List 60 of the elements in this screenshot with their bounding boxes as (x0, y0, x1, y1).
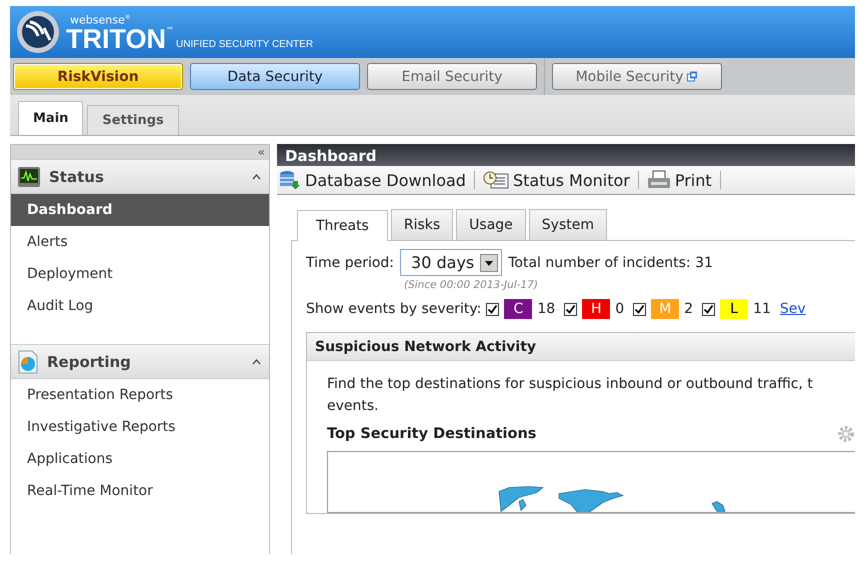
trademark: ™ (166, 26, 174, 36)
dashboard-tab[interactable]: Threats (297, 210, 388, 241)
checkbox[interactable] (702, 302, 716, 316)
checkbox[interactable] (633, 302, 646, 316)
database-icon (279, 170, 301, 190)
description-text: Find the top destinations for suspicious inbound or outbound traffic, t (327, 375, 814, 394)
module-tab[interactable]: RiskVision (13, 63, 183, 90)
sidebar-item[interactable]: Applications (11, 443, 269, 475)
printer-icon (646, 170, 671, 190)
sidebar-item[interactable]: Real-Time Monitor (11, 475, 269, 507)
dashboard-tab[interactable]: System (528, 209, 608, 240)
severity-count: 11 (753, 301, 771, 317)
description-text: events. (327, 397, 380, 416)
module-tab[interactable]: Email Security (367, 63, 537, 90)
time-period-dropdown[interactable]: 30 days (400, 249, 502, 276)
section-header[interactable]: Reporting (11, 344, 269, 379)
sidebar-item[interactable]: Audit Log (11, 290, 269, 322)
toolbar-button[interactable]: Status Monitor (480, 170, 632, 190)
panel-title: Suspicious Network Activity (307, 333, 855, 361)
checkbox[interactable] (486, 302, 500, 316)
new-window-icon (687, 71, 698, 82)
severity-count: 0 (615, 301, 624, 317)
severity-badge: L (720, 299, 748, 319)
severity-badge: M (651, 299, 680, 319)
section-header[interactable]: Status (11, 159, 269, 194)
severity-count: 18 (537, 301, 556, 317)
logo-icon (16, 10, 60, 54)
pie-chart-icon (17, 350, 39, 374)
collapse-button[interactable]: « (254, 145, 269, 159)
chart-title: Top Security Destinations (327, 426, 536, 442)
module-tab[interactable]: Mobile Security (552, 63, 722, 90)
toolbar-button[interactable]: Database Download (277, 170, 468, 190)
page-title-bar: Dashboard (277, 144, 855, 166)
product-name: TRITON (66, 26, 166, 52)
nav-tab[interactable]: Main (18, 101, 84, 135)
checkbox[interactable] (564, 302, 578, 316)
incident-total: Total number of incidents: 31 (508, 254, 713, 270)
dashboard-tab[interactable]: Risks (390, 209, 454, 240)
sidebar-item[interactable]: Deployment (11, 258, 269, 290)
brand-name: websense$^{®}$ (69, 12, 131, 26)
severity-link[interactable]: Sev (780, 301, 806, 317)
since-note: (Since 00:00 2013-Jul-17) (403, 279, 539, 291)
nav-tab[interactable]: Settings (87, 105, 179, 135)
severity-badge: H (582, 299, 610, 319)
toolbar-button[interactable]: Print (644, 170, 714, 190)
module-tab[interactable]: Data Security (190, 63, 360, 90)
sidebar-item[interactable]: Investigative Reports (11, 411, 269, 443)
severity-count: 2 (684, 301, 694, 317)
section-title: Status (49, 168, 105, 186)
severity-badge: C (504, 299, 532, 319)
section-title: Reporting (47, 352, 132, 370)
sidebar-item[interactable]: Alerts (11, 226, 269, 258)
monitor-icon (17, 166, 41, 188)
sidebar-item[interactable]: Presentation Reports (11, 379, 269, 411)
field-label: Time period: (306, 254, 394, 270)
dashboard-tab[interactable]: Usage (456, 209, 526, 240)
severity-label: Show events by severity: (306, 301, 482, 317)
product-subtitle: UNIFIED SECURITY CENTER (176, 38, 314, 52)
clock-document-icon (482, 170, 509, 190)
sidebar-item[interactable]: Dashboard (11, 194, 269, 226)
